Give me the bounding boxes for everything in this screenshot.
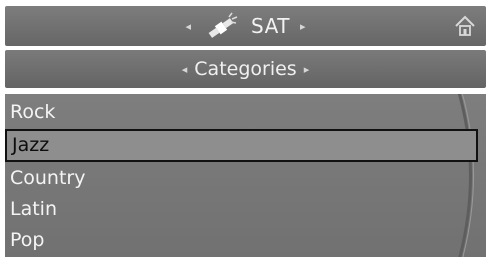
list-item-pop[interactable]: Pop (9, 225, 458, 255)
source-selector[interactable]: ◂ SAT ▸ (186, 11, 306, 41)
list-item-latin[interactable]: Latin (9, 194, 458, 224)
home-icon[interactable] (452, 13, 478, 39)
list-item-rock[interactable]: Rock (9, 97, 458, 127)
list-item-jazz[interactable]: Jazz (5, 129, 478, 162)
category-bar[interactable]: ◂ Categories ▸ (5, 50, 486, 88)
source-title: SAT (251, 14, 290, 38)
source-bar[interactable]: ◂ SAT ▸ (5, 6, 486, 46)
category-list: Rock Jazz Country Latin Pop (5, 94, 486, 257)
category-next-arrow[interactable]: ▸ (304, 64, 310, 75)
source-next-arrow[interactable]: ▸ (300, 21, 306, 32)
screen: ◂ SAT ▸ ◂ Categories ▸ Rock Jazz Country… (0, 0, 491, 261)
satellite-icon (201, 11, 241, 41)
source-prev-arrow[interactable]: ◂ (186, 21, 192, 32)
category-prev-arrow[interactable]: ◂ (182, 64, 188, 75)
category-selector[interactable]: ◂ Categories ▸ (182, 58, 309, 80)
category-title: Categories (194, 58, 297, 80)
list-item-country[interactable]: Country (9, 163, 458, 193)
